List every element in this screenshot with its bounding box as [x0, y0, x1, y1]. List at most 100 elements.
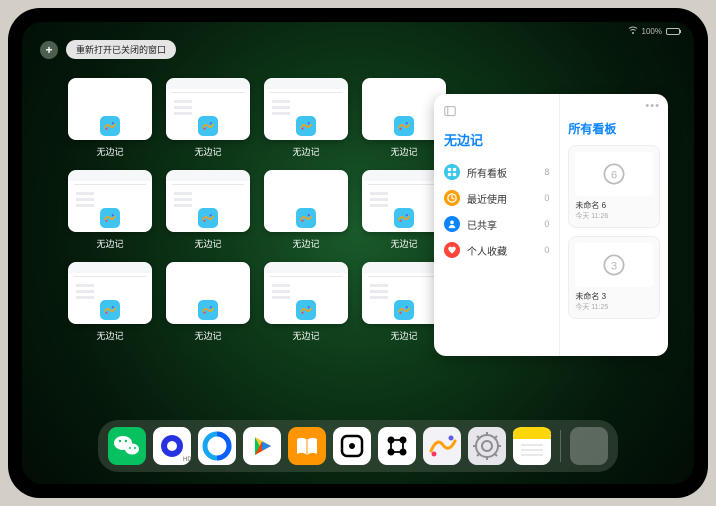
board-item[interactable]: 6 未命名 6 今天 11:26: [568, 145, 660, 228]
tile-thumbnail: [166, 262, 250, 324]
tile-label: 无边记: [96, 145, 123, 158]
panel-content-title: 所有看板: [568, 120, 660, 137]
category-count: 0: [544, 193, 549, 203]
dock-app-library-icon[interactable]: [570, 427, 608, 465]
window-tiles-grid: 无边记 无边记 无边记 无边记 无边记 无边记 无边记 无边记 无边记 无边记 …: [68, 78, 448, 342]
tile-thumbnail: [166, 170, 250, 232]
tile-thumbnail: [166, 78, 250, 140]
dock-separator: [560, 430, 561, 462]
freeform-icon: [100, 208, 120, 228]
wifi-icon: [628, 26, 638, 36]
heart-icon: [444, 242, 460, 258]
tile-label: 无边记: [292, 329, 319, 342]
category-person[interactable]: 已共享 0: [444, 211, 549, 237]
freeform-icon: [198, 116, 218, 136]
board-name: 未命名 6: [575, 200, 653, 211]
svg-text:HD: HD: [183, 457, 191, 463]
svg-text:6: 6: [611, 169, 617, 181]
ipad-device: 100% + 重新打开已关闭的窗口 无边记 无边记 无边记 无边记 无边记 无边…: [8, 8, 708, 498]
window-tile[interactable]: 无边记: [166, 170, 250, 250]
tile-label: 无边记: [292, 237, 319, 250]
freeform-icon: [198, 300, 218, 320]
panel-title: 无边记: [444, 130, 549, 149]
window-tile[interactable]: 无边记: [68, 170, 152, 250]
tile-label: 无边记: [390, 145, 417, 158]
category-count: 0: [544, 245, 549, 255]
battery-icon: [666, 28, 680, 35]
top-bar: + 重新打开已关闭的窗口: [40, 40, 176, 59]
tile-thumbnail: [264, 262, 348, 324]
window-tile[interactable]: 无边记: [264, 78, 348, 158]
tile-label: 无边记: [96, 237, 123, 250]
dock-notes-icon[interactable]: [513, 427, 551, 465]
dock-settings-icon[interactable]: [468, 427, 506, 465]
category-heart[interactable]: 个人收藏 0: [444, 237, 549, 263]
window-tile[interactable]: 无边记: [264, 170, 348, 250]
category-count: 8: [544, 167, 549, 177]
tile-label: 无边记: [194, 237, 221, 250]
category-label: 已共享: [467, 217, 497, 232]
dock-freeform-icon[interactable]: [423, 427, 461, 465]
tile-label: 无边记: [292, 145, 319, 158]
tile-label: 无边记: [96, 329, 123, 342]
category-label: 最近使用: [467, 191, 507, 206]
tile-label: 无边记: [194, 145, 221, 158]
tile-label: 无边记: [390, 237, 417, 250]
dock-play-icon[interactable]: [243, 427, 281, 465]
freeform-icon: [394, 300, 414, 320]
category-count: 0: [544, 219, 549, 229]
freeform-icon: [198, 208, 218, 228]
tile-thumbnail: [264, 170, 348, 232]
board-thumbnail: 6: [575, 152, 653, 196]
board-item[interactable]: 3 未命名 3 今天 11:25: [568, 236, 660, 319]
board-time: 今天 11:25: [575, 302, 653, 312]
tile-thumbnail: [68, 262, 152, 324]
clock-icon: [444, 190, 460, 206]
freeform-icon: [296, 300, 316, 320]
freeform-icon: [100, 116, 120, 136]
dock-nodes-icon[interactable]: [378, 427, 416, 465]
tile-thumbnail: [68, 170, 152, 232]
board-thumbnail: 3: [575, 243, 653, 287]
tile-label: 无边记: [194, 329, 221, 342]
person-icon: [444, 216, 460, 232]
board-name: 未命名 3: [575, 291, 653, 302]
freeform-panel: 无边记 所有看板 8 最近使用 0 已共享 0 个人收藏 0 ••• 所有看板 …: [434, 94, 668, 356]
window-tile[interactable]: 无边记: [264, 262, 348, 342]
more-menu-button[interactable]: •••: [645, 100, 660, 112]
status-bar: 100%: [628, 26, 680, 36]
window-tile[interactable]: 无边记: [68, 78, 152, 158]
dock-qqbrowser-icon[interactable]: [198, 427, 236, 465]
window-tile[interactable]: 无边记: [166, 262, 250, 342]
dock-wechat-icon[interactable]: [108, 427, 146, 465]
freeform-icon: [394, 208, 414, 228]
freeform-icon: [296, 116, 316, 136]
tile-thumbnail: [68, 78, 152, 140]
dock: HD: [98, 420, 618, 472]
tile-thumbnail: [264, 78, 348, 140]
window-tile[interactable]: 无边记: [166, 78, 250, 158]
board-time: 今天 11:26: [575, 211, 653, 221]
freeform-icon: [100, 300, 120, 320]
freeform-icon: [394, 116, 414, 136]
dock-dice-icon[interactable]: [333, 427, 371, 465]
panel-sidebar: 无边记 所有看板 8 最近使用 0 已共享 0 个人收藏 0: [434, 94, 560, 356]
grid-icon: [444, 164, 460, 180]
category-clock[interactable]: 最近使用 0: [444, 185, 549, 211]
screen: 100% + 重新打开已关闭的窗口 无边记 无边记 无边记 无边记 无边记 无边…: [22, 22, 694, 484]
reopen-closed-window-button[interactable]: 重新打开已关闭的窗口: [66, 40, 176, 59]
category-label: 所有看板: [467, 165, 507, 180]
battery-text: 100%: [642, 27, 662, 36]
sidebar-icon: [444, 104, 456, 122]
window-tile[interactable]: 无边记: [68, 262, 152, 342]
dock-books-icon[interactable]: [288, 427, 326, 465]
svg-text:3: 3: [611, 260, 617, 272]
dock-quark-icon[interactable]: HD: [153, 427, 191, 465]
tile-label: 无边记: [390, 329, 417, 342]
category-label: 个人收藏: [467, 243, 507, 258]
panel-sidebar-header: [444, 104, 549, 122]
new-window-button[interactable]: +: [40, 41, 58, 59]
category-grid[interactable]: 所有看板 8: [444, 159, 549, 185]
freeform-icon: [296, 208, 316, 228]
panel-content: ••• 所有看板 6 未命名 6 今天 11:26 3 未命名 3 今天 11:…: [560, 94, 668, 356]
